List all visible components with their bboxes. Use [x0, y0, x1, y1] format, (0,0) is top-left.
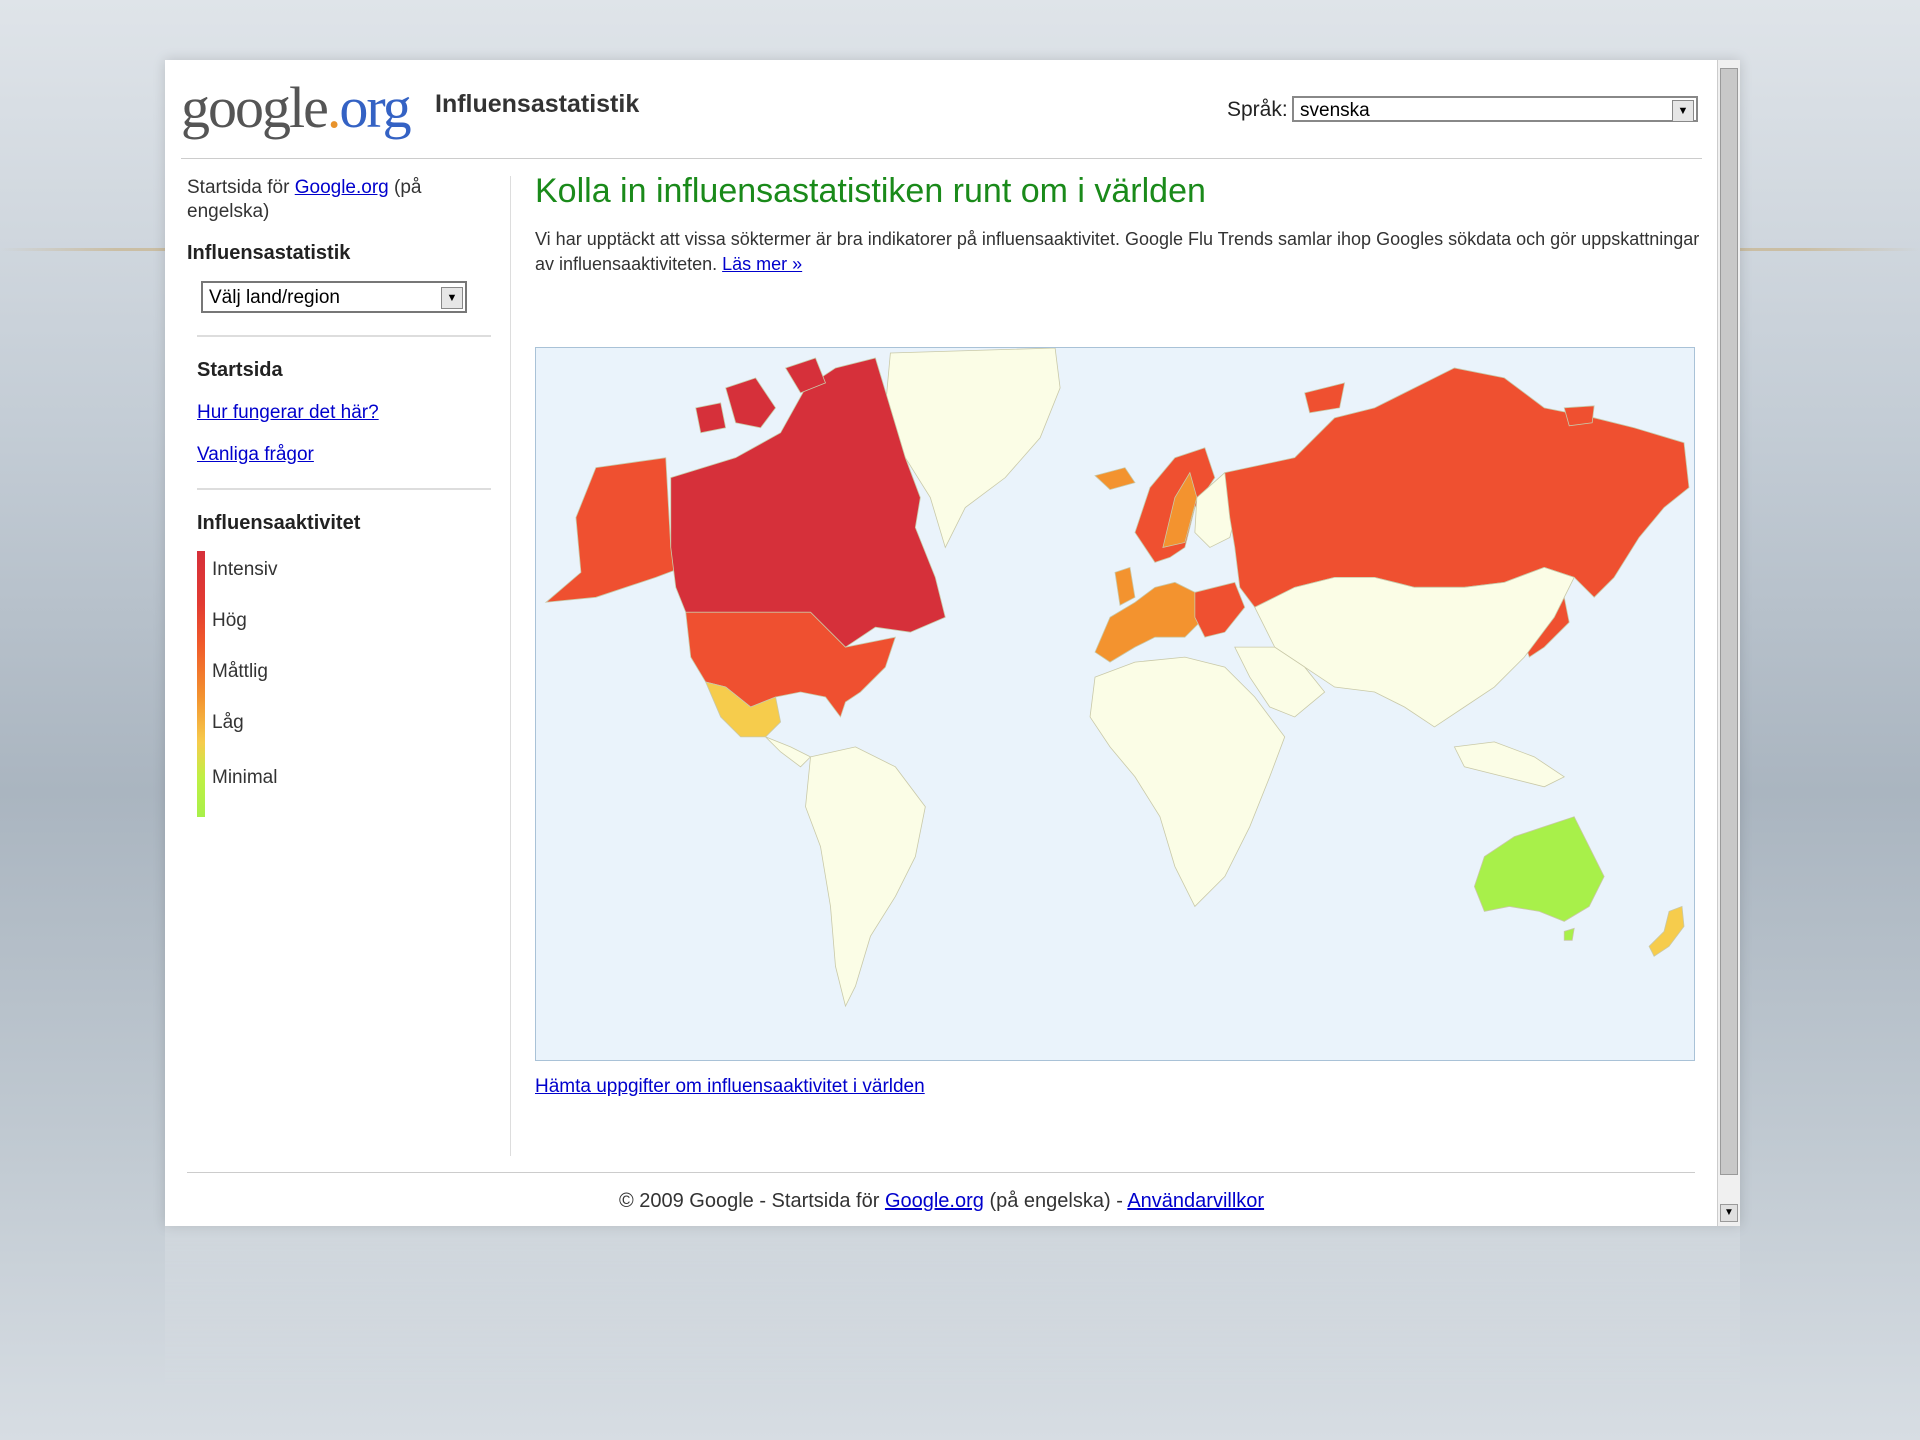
footer-google-org-link[interactable]: Google.org — [885, 1190, 984, 1212]
sidebar-divider — [197, 335, 491, 337]
faq-link[interactable]: Vanliga frågor — [197, 444, 487, 466]
language-label: Språk: — [1227, 98, 1288, 121]
chevron-down-icon[interactable]: ▼ — [1672, 100, 1694, 122]
google-org-logo[interactable]: google.org — [181, 74, 412, 141]
language-select-value: svenska — [1300, 100, 1370, 121]
intro-text: Vi har upptäckt att vissa söktermer är b… — [535, 227, 1700, 277]
browser-window: google.org Influensastatistik Språk: sve… — [165, 60, 1740, 1226]
page-header: google.org Influensastatistik Språk: sve… — [165, 60, 1718, 158]
sidebar: Startsida för Google.org (på engelska) I… — [187, 176, 491, 821]
world-map-svg — [536, 348, 1694, 1060]
footer-middle-text: (på engelska) - — [983, 1190, 1128, 1212]
legend-item-minimal: Minimal — [212, 767, 278, 788]
activity-legend: Intensiv Hög Måttlig Låg Minimal — [197, 551, 487, 821]
legend-color-bar — [197, 551, 205, 817]
language-select[interactable]: svenska ▼ — [1292, 96, 1698, 122]
window-reflection — [165, 1226, 1740, 1396]
logo-dot: . — [326, 75, 341, 140]
logo-google-text: google — [181, 75, 329, 140]
chevron-down-icon[interactable]: ▼ — [441, 287, 463, 309]
vertical-scrollbar[interactable]: ▼ — [1717, 60, 1740, 1226]
google-org-link[interactable]: Google.org — [295, 177, 389, 198]
world-flu-map[interactable] — [535, 347, 1695, 1061]
logo-org-text: org — [339, 75, 411, 140]
sidebar-section-title: Influensastatistik — [187, 242, 351, 264]
page-footer: © 2009 Google - Startsida för Google.org… — [165, 1190, 1718, 1213]
column-divider — [510, 176, 511, 1156]
main-content: Kolla in influensastatistiken runt om i … — [535, 172, 1700, 277]
legend-item-low: Låg — [212, 712, 244, 733]
download-data-link[interactable]: Hämta uppgifter om influensaaktivitet i … — [535, 1076, 925, 1098]
home-intro: Startsida för Google.org (på engelska) — [187, 176, 467, 224]
site-title: Influensastatistik — [435, 90, 640, 118]
home-prefix: Startsida för — [187, 177, 295, 198]
terms-link[interactable]: Användarvillkor — [1127, 1190, 1264, 1212]
legend-item-intensive: Intensiv — [212, 559, 278, 580]
footer-copyright: © 2009 Google - Startsida för — [618, 1190, 885, 1212]
read-more-link[interactable]: Läs mer » — [722, 254, 802, 274]
reflection-inner — [165, 1226, 1740, 1396]
activity-title: Influensaaktivitet — [197, 512, 361, 534]
footer-divider — [187, 1172, 1695, 1173]
sidebar-divider — [197, 488, 491, 490]
intro-paragraph: Vi har upptäckt att vissa söktermer är b… — [535, 229, 1700, 274]
nav-title: Startsida — [197, 359, 283, 381]
how-it-works-link[interactable]: Hur fungerar det här? — [197, 402, 487, 424]
legend-item-moderate: Måttlig — [212, 661, 268, 682]
legend-item-high: Hög — [212, 610, 247, 631]
scrollbar-thumb[interactable] — [1720, 68, 1738, 1175]
scroll-down-arrow-icon[interactable]: ▼ — [1720, 1204, 1738, 1222]
page-title: Kolla in influensastatistiken runt om i … — [535, 172, 1206, 210]
header-divider — [181, 158, 1702, 159]
region-select[interactable]: Välj land/region ▼ — [201, 281, 467, 313]
region-select-value: Välj land/region — [209, 287, 340, 308]
